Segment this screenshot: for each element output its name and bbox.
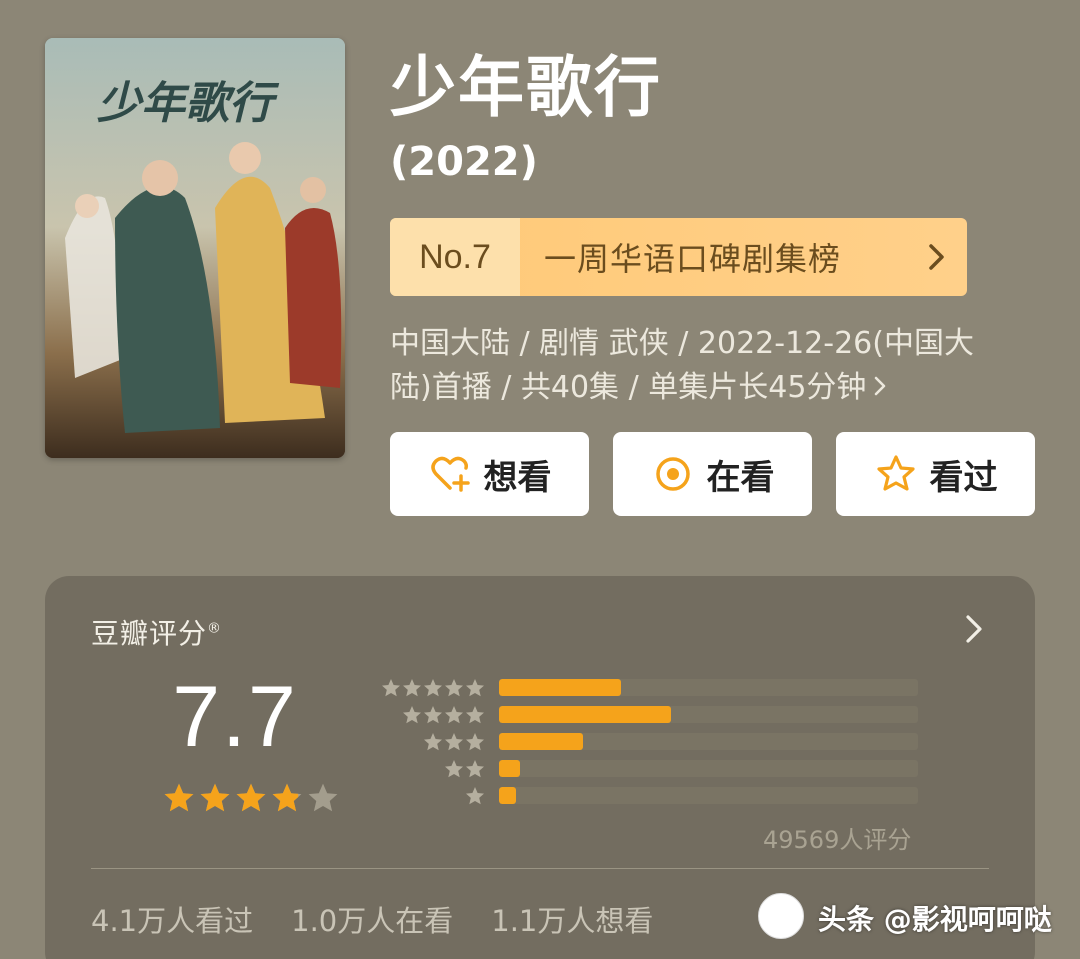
rating-star-icon — [236, 783, 266, 812]
small-star-icon — [382, 678, 400, 696]
distribution-row-1-star — [375, 782, 918, 809]
show-meta[interactable]: 中国大陆 / 剧情 武侠 / 2022-12-26(中国大 陆)首播 / 共40… — [390, 322, 1030, 411]
score-stars — [163, 782, 339, 814]
small-star-icon — [424, 705, 442, 723]
watch-stats: 4.1万人看过 1.0万人在看 1.1万人想看 — [91, 898, 653, 940]
rating-section-title: 豆瓣评分® — [91, 617, 223, 650]
release-year: (2022) — [390, 139, 538, 185]
poster-title-art: 少年歌行 — [97, 78, 280, 129]
distribution-star-label — [375, 759, 485, 779]
watched-count[interactable]: 4.1万人看过 — [91, 898, 253, 940]
distribution-bar-fill — [499, 760, 520, 777]
trademark: ® — [207, 620, 223, 637]
rating-star-icon — [272, 783, 302, 812]
rank-label: 一周华语口碑剧集榜 — [544, 240, 842, 278]
distribution-bar-fill — [499, 733, 583, 750]
distribution-star-label — [375, 732, 485, 752]
watched-button[interactable]: 看过 — [836, 432, 1035, 516]
want-to-watch-label: 想看 — [483, 457, 552, 498]
distribution-row-4-star — [375, 701, 918, 728]
want-count[interactable]: 1.1万人想看 — [491, 898, 653, 940]
meta-line-2: 陆)首播 / 共40集 / 单集片长45分钟 — [390, 370, 867, 405]
small-star-icon — [445, 732, 463, 750]
star-outline-icon — [876, 455, 915, 491]
rating-star-icon — [200, 783, 230, 812]
chevron-right-icon — [872, 367, 888, 411]
action-buttons: 想看 在看 看过 — [390, 432, 1035, 516]
rank-banner[interactable]: No.7 一周华语口碑剧集榜 — [390, 218, 967, 296]
small-star-icon — [445, 678, 463, 696]
small-star-icon — [466, 786, 484, 804]
meta-line-1: 中国大陆 / 剧情 武侠 / 2022-12-26(中国大 — [390, 326, 974, 361]
want-to-watch-button[interactable]: 想看 — [390, 432, 589, 516]
poster-image[interactable]: 少年歌行 — [45, 38, 345, 458]
distribution-bar-fill — [499, 679, 621, 696]
small-star-icon — [466, 678, 484, 696]
small-star-icon — [424, 732, 442, 750]
distribution-row-3-star — [375, 728, 918, 755]
watching-label: 在看 — [706, 457, 775, 498]
distribution-bar-fill — [499, 787, 516, 804]
distribution-row-5-star — [375, 674, 918, 701]
rating-count: 49569人评分 — [763, 826, 912, 854]
watched-label: 看过 — [929, 457, 998, 498]
small-star-icon — [403, 678, 421, 696]
small-star-icon — [466, 705, 484, 723]
small-star-icon — [424, 678, 442, 696]
distribution-star-label — [375, 786, 485, 806]
rating-star-icon — [164, 783, 194, 812]
chevron-right-icon — [907, 218, 967, 296]
divider — [91, 868, 989, 869]
watermark-avatar — [758, 893, 804, 939]
distribution-row-2-star — [375, 755, 918, 782]
small-star-icon — [445, 759, 463, 777]
chevron-right-icon[interactable] — [961, 612, 987, 650]
heart-plus-icon — [430, 456, 470, 492]
small-star-icon — [466, 732, 484, 750]
rating-distribution — [375, 674, 918, 809]
small-star-icon — [403, 705, 421, 723]
distribution-bar-track — [499, 787, 918, 804]
watching-button[interactable]: 在看 — [613, 432, 812, 516]
rating-score: 7.7 — [172, 669, 298, 765]
rank-number: No.7 — [390, 218, 520, 296]
distribution-star-label — [375, 705, 485, 725]
distribution-bar-fill — [499, 706, 671, 723]
distribution-bar-track — [499, 706, 918, 723]
watching-count[interactable]: 1.0万人在看 — [291, 898, 453, 940]
distribution-bar-track — [499, 733, 918, 750]
distribution-bar-track — [499, 679, 918, 696]
distribution-star-label — [375, 678, 485, 698]
target-icon — [655, 457, 690, 491]
small-star-icon — [466, 759, 484, 777]
page-title: 少年歌行 — [390, 49, 662, 126]
small-star-icon — [445, 705, 463, 723]
watermark-text: 头条 @影视呵呵哒 — [818, 903, 1052, 936]
rating-star-icon — [308, 783, 338, 812]
distribution-bar-track — [499, 760, 918, 777]
